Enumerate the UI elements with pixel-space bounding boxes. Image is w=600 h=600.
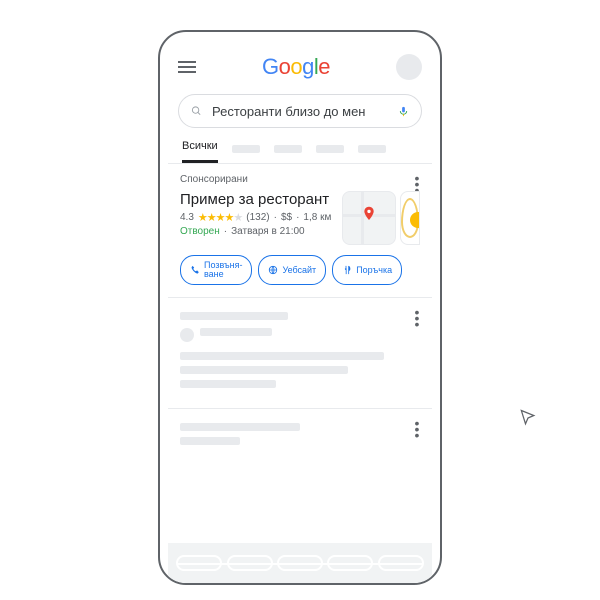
order-button[interactable]: Поръчка xyxy=(332,255,402,285)
closing-time: Затваря в 21:00 xyxy=(231,226,304,237)
website-button[interactable]: Уебсайт xyxy=(258,255,326,285)
distance: 1,8 км xyxy=(303,212,331,223)
sponsored-label: Спонсорирани xyxy=(180,174,420,185)
google-logo: Google xyxy=(262,54,330,80)
rating-value: 4.3 xyxy=(180,212,194,223)
search-input[interactable] xyxy=(212,104,388,119)
star-icons: ★★★★★ xyxy=(198,211,242,224)
globe-icon xyxy=(268,265,278,275)
review-count: (132) xyxy=(246,212,269,223)
action-chips: Позвъня- ване Уебсайт Поръчка xyxy=(180,255,420,285)
fork-knife-icon xyxy=(342,265,352,275)
menu-icon[interactable] xyxy=(178,58,196,76)
tab-placeholder[interactable] xyxy=(274,145,302,153)
bottom-nav xyxy=(168,543,432,583)
open-status: Отворен xyxy=(180,226,220,237)
screen: Google Всички Спонсорирани ••• Пример за… xyxy=(168,40,432,583)
nav-item[interactable] xyxy=(327,555,373,571)
cursor-icon xyxy=(518,408,538,428)
more-icon[interactable]: ••• xyxy=(410,308,424,328)
phone-icon xyxy=(190,265,200,275)
rating-row: 4.3 ★★★★★ (132) · $$ · 1,8 км xyxy=(180,211,334,224)
tab-placeholder[interactable] xyxy=(316,145,344,153)
nav-item[interactable] xyxy=(176,555,222,571)
search-bar[interactable] xyxy=(178,94,422,128)
price-level: $$ xyxy=(281,212,292,223)
mic-icon[interactable] xyxy=(398,106,409,117)
nav-item[interactable] xyxy=(227,555,273,571)
business-title[interactable]: Пример за ресторант xyxy=(180,191,334,208)
tab-placeholder[interactable] xyxy=(358,145,386,153)
more-icon[interactable]: ••• xyxy=(410,419,424,439)
tab-all[interactable]: Всички xyxy=(182,140,218,163)
search-tabs: Всички xyxy=(168,134,432,164)
map-pin-icon xyxy=(361,205,377,226)
result-placeholder: ••• xyxy=(168,298,432,409)
result-card: Спонсорирани ••• Пример за ресторант 4.3… xyxy=(168,164,432,298)
nav-item[interactable] xyxy=(378,555,424,571)
photo-thumbnail[interactable] xyxy=(400,191,420,245)
nav-item[interactable] xyxy=(277,555,323,571)
phone-frame: Google Всички Спонсорирани ••• Пример за… xyxy=(158,30,442,585)
call-button[interactable]: Позвъня- ване xyxy=(180,255,252,285)
hours-row: Отворен · Затваря в 21:00 xyxy=(180,226,334,237)
search-icon xyxy=(191,104,202,118)
map-thumbnail[interactable] xyxy=(342,191,396,245)
header: Google xyxy=(168,40,432,88)
tab-placeholder[interactable] xyxy=(232,145,260,153)
thumbnails xyxy=(342,191,420,245)
avatar[interactable] xyxy=(396,54,422,80)
result-placeholder: ••• xyxy=(168,409,432,465)
